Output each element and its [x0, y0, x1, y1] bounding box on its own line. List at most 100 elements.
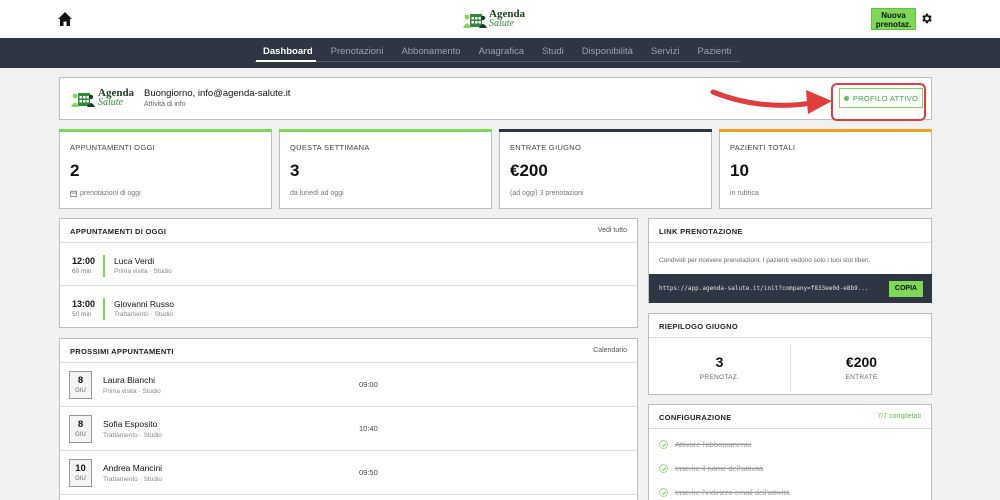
upcoming-appointments-card: PROSSIMI APPUNTAMENTI Calendario 8 GIU L…: [59, 338, 638, 500]
new-booking-label-1: Nuova: [881, 11, 906, 20]
stat-label: PAZIENTI TOTALI: [730, 143, 796, 152]
config-item[interactable]: Attivare l'abbonamento: [659, 440, 751, 449]
booking-link-card: LINK PRENOTAZIONE Condividi per ricevere…: [648, 218, 932, 303]
brand-name-secondary: Salute: [489, 18, 514, 29]
annotation-highlight-box: [831, 83, 926, 121]
section-header: PROSSIMI APPUNTAMENTI Calendario: [60, 339, 637, 363]
date-badge: 8 GIU: [69, 371, 92, 399]
stat-card-patients: PAZIENTI TOTALI 10 in rubrica: [719, 129, 932, 209]
stat-value: 10: [730, 161, 749, 180]
appointment-type: Trattamento · Studio: [114, 311, 174, 318]
summary-income-label: ENTRATE: [845, 374, 878, 381]
section-title: APPUNTAMENTI DI OGGI: [70, 227, 167, 236]
config-progress: 7/7 completati: [877, 413, 921, 420]
summary-bookings-value: 3: [715, 354, 724, 370]
stat-label: APPUNTAMENTI OGGI: [70, 143, 155, 152]
stat-sub-text: in rubrica: [730, 190, 759, 197]
appointment-marker: [103, 255, 105, 277]
patient-name: Giovanni Russo: [114, 299, 175, 309]
section-header: APPUNTAMENTI DI OGGI Vedi tutto: [60, 219, 637, 243]
new-booking-label-2: prenotaz.: [875, 20, 912, 29]
stat-accent-line: [719, 129, 932, 132]
greeting-text: Buongiorno, info@agenda-salute.it: [144, 88, 291, 99]
patient-name: Laura Bianchi: [103, 375, 155, 385]
top-bar: Agenda Salute Nuova prenotaz.: [0, 0, 1000, 38]
stat-card-today: APPUNTAMENTI OGGI 2 prenotazioni di oggi: [59, 129, 272, 209]
home-icon[interactable]: [57, 11, 73, 27]
tab-abbonamento[interactable]: Abbonamento: [392, 38, 469, 64]
gear-icon[interactable]: [920, 12, 933, 25]
stat-label: ENTRATE GIUGNO: [510, 143, 582, 152]
stat-sub-text: (ad oggi) 3 prenotazioni: [510, 190, 584, 197]
tab-anagrafica[interactable]: Anagrafica: [470, 38, 533, 64]
stat-accent-line: [279, 129, 492, 132]
date-month: GIU: [75, 476, 86, 482]
calendar-people-icon: [71, 93, 95, 107]
section-header: RIEPILOGO GIUGNO: [649, 314, 931, 338]
summary-bookings-label: PRENOTAZ.: [699, 374, 740, 381]
appointment-time: 10:40: [359, 424, 378, 433]
calendar-people-icon: [463, 14, 487, 28]
stat-card-week: QUESTA SETTIMANA 3 da lunedì ad oggi: [279, 129, 492, 209]
config-item-label: Inserire l'indirizzo email dell'attività: [675, 488, 790, 497]
tab-studi[interactable]: Studi: [533, 38, 573, 64]
summary-bookings: 3 PRENOTAZ.: [649, 340, 790, 395]
tab-prenotazioni[interactable]: Prenotazioni: [322, 38, 393, 64]
date-day: 10: [75, 463, 86, 474]
date-day: 8: [77, 375, 84, 386]
config-item-label: Inserire il nome dell'attività: [675, 464, 764, 473]
configuration-card: CONFIGURAZIONE 7/7 completati Attivare l…: [648, 404, 932, 500]
today-appointments-card: APPUNTAMENTI DI OGGI Vedi tutto 12:00 60…: [59, 218, 638, 328]
upcoming-row[interactable]: 10 GIU Andrea Mancini Trattamento · Stud…: [60, 451, 637, 495]
tab-servizi[interactable]: Servizi: [642, 38, 689, 64]
config-item[interactable]: Inserire l'indirizzo email dell'attività: [659, 488, 790, 497]
monthly-summary-card: RIEPILOGO GIUGNO 3 PRENOTAZ. €200 ENTRAT…: [648, 313, 932, 395]
check-circle-icon: [659, 440, 668, 449]
booking-url[interactable]: https://app.agenda-salute.it/init?compan…: [659, 285, 869, 292]
tab-dashboard[interactable]: Dashboard: [254, 38, 322, 64]
new-booking-button[interactable]: Nuova prenotaz.: [871, 8, 916, 30]
tab-pazienti[interactable]: Pazienti: [688, 38, 740, 64]
calendar-icon: [70, 190, 77, 197]
stat-sub-text: da lunedì ad oggi: [290, 190, 344, 197]
stat-card-income: ENTRATE GIUGNO €200 (ad oggi) 3 prenotaz…: [499, 129, 712, 209]
upcoming-row[interactable]: 8 GIU Laura Bianchi Prima visita · Studi…: [60, 363, 637, 407]
main-nav: Dashboard Prenotazioni Abbonamento Anagr…: [0, 38, 1000, 68]
section-header: LINK PRENOTAZIONE: [649, 219, 931, 243]
date-month: GIU: [75, 432, 86, 438]
business-subtitle: Attività di info: [144, 101, 186, 108]
copy-button[interactable]: COPIA: [889, 281, 923, 297]
booking-link-bar: https://app.agenda-salute.it/init?compan…: [649, 274, 932, 303]
appointment-time: 09:50: [359, 468, 378, 477]
stat-value: 2: [70, 161, 80, 180]
appointment-row[interactable]: 13:00 50 min Giovanni Russo Trattamento …: [60, 286, 637, 329]
welcome-logo: Agenda Salute: [70, 87, 134, 109]
check-circle-icon: [659, 488, 668, 497]
view-all-link[interactable]: Vedi tutto: [598, 227, 627, 234]
tab-disponibilita[interactable]: Disponibilità: [573, 38, 642, 64]
appointment-time: 12:00: [72, 256, 96, 266]
check-circle-icon: [659, 464, 668, 473]
date-day: 8: [77, 419, 84, 430]
config-item[interactable]: Inserire il nome dell'attività: [659, 464, 763, 473]
calendar-link[interactable]: Calendario: [593, 347, 627, 354]
stat-value: €200: [510, 161, 548, 180]
appointment-time: 13:00: [72, 299, 96, 309]
section-header: CONFIGURAZIONE 7/7 completati: [649, 405, 931, 429]
stat-accent-line: [59, 129, 272, 132]
welcome-brand-name-secondary: Salute: [98, 97, 123, 108]
summary-income: €200 ENTRATE: [791, 340, 932, 395]
appointment-type: Prima visita · Studio: [103, 388, 161, 395]
appointment-type: Trattamento · Studio: [103, 432, 163, 439]
brand-logo[interactable]: Agenda Salute: [463, 6, 525, 32]
appointment-row[interactable]: 12:00 60 min Luca Verdi Prima visita · S…: [60, 243, 637, 286]
section-title: CONFIGURAZIONE: [659, 413, 732, 422]
appointment-duration: 60 min: [72, 268, 92, 275]
appointment-marker: [103, 298, 105, 320]
stat-label: QUESTA SETTIMANA: [290, 143, 370, 152]
appointment-time: 09:00: [359, 380, 378, 389]
appointment-duration: 50 min: [72, 311, 92, 318]
patient-name: Andrea Mancini: [103, 463, 163, 473]
date-badge: 10 GIU: [69, 459, 92, 487]
upcoming-row[interactable]: 8 GIU Sofia Esposito Trattamento · Studi…: [60, 407, 637, 451]
